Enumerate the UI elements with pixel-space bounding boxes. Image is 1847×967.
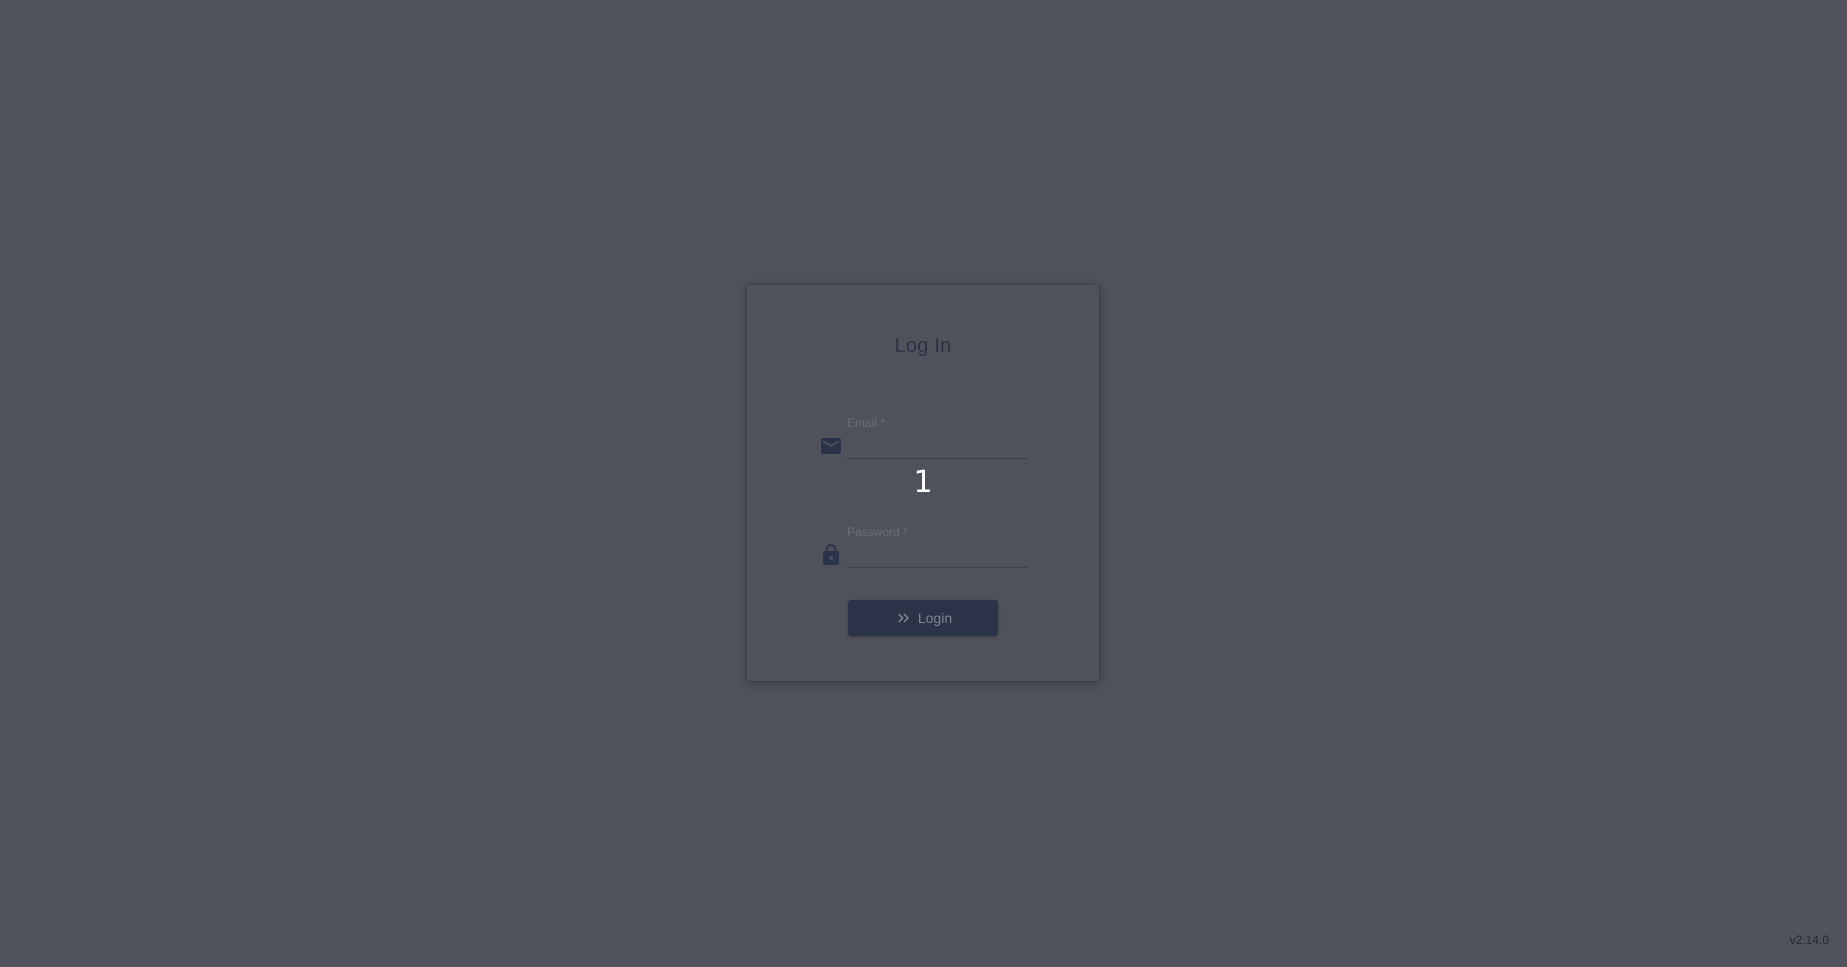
- email-input[interactable]: [847, 432, 1027, 459]
- login-card: Log In Email * 1 Password * Login: [747, 285, 1099, 681]
- password-field-group: Password *: [819, 525, 1029, 575]
- lock-icon: [819, 543, 843, 567]
- overlay-number: 1: [913, 465, 933, 500]
- password-input[interactable]: [847, 541, 1027, 568]
- login-page: Log In Email * 1 Password * Login v2.14.…: [0, 0, 1847, 967]
- version-label: v2.14.0: [1789, 933, 1829, 947]
- email-field-group: Email *: [819, 416, 1029, 466]
- double-chevron-right-icon: [894, 609, 912, 627]
- login-button[interactable]: Login: [848, 600, 998, 636]
- envelope-icon: [819, 434, 843, 458]
- email-label: Email *: [847, 416, 886, 430]
- password-label: Password *: [847, 525, 908, 539]
- page-title: Log In: [894, 335, 952, 357]
- login-button-label: Login: [917, 610, 953, 626]
